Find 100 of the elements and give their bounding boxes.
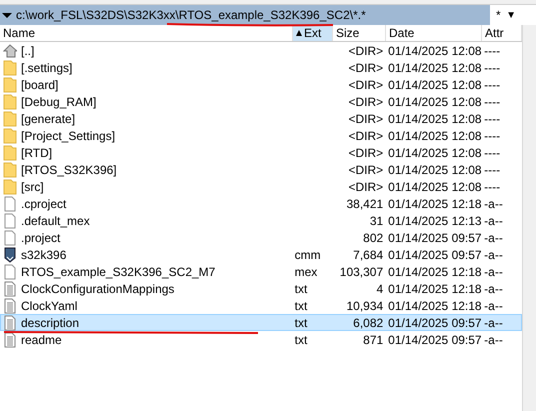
file-date: 01/14/2025 12:08 [388,94,482,108]
file-name: .cproject [21,196,66,212]
text-file-icon [3,314,17,330]
file-date: 01/14/2025 12:18 [388,298,482,312]
file-extension: cmm [294,248,321,262]
file-size: 871 [363,332,384,346]
file-attributes: ---- [484,60,500,74]
file-size: <DIR> [348,78,384,92]
file-attributes: ---- [484,146,500,160]
file-name: [generate] [21,110,76,128]
file-date: 01/14/2025 12:18 [388,196,482,210]
file-extension: txt [294,282,308,296]
file-attributes: -a-- [484,230,503,244]
file-attributes: -a-- [484,298,503,312]
file-name: readme [21,332,62,348]
file-name: [RTOS_S32K396] [21,162,117,178]
file-attributes: ---- [484,44,500,58]
file-name: [RTD] [21,144,52,162]
file-attributes: ---- [484,112,500,126]
file-name: description [21,314,80,332]
file-date: 01/14/2025 12:18 [388,282,482,296]
sort-arrow-icon [296,30,302,36]
file-name: ClockConfigurationMappings [21,280,174,298]
file-attributes: -a-- [484,248,503,262]
file-date: 01/14/2025 09:57 [388,230,482,244]
file-size: 38,421 [346,196,384,210]
script-file-icon [3,246,17,262]
file-date: 01/14/2025 12:08 [388,146,482,160]
file-attributes: -a-- [484,264,503,278]
file-date: 01/14/2025 09:57 [388,248,482,262]
file-icon [3,264,17,280]
file-icon [3,230,17,246]
file-attributes: ---- [484,78,500,92]
file-name: .project [21,230,60,246]
file-size: 10,934 [346,298,384,312]
file-size: 4 [376,282,384,296]
file-row[interactable]: description txt 6,082 01/14/2025 09:57 -a-- [0,314,522,331]
file-name: .default_mex [21,212,90,230]
file-size: <DIR> [348,94,384,108]
file-icon [3,212,17,228]
text-file-icon [3,280,17,296]
text-file-icon [3,298,17,314]
path-bar[interactable]: c:\work_FSL\S32DS\S32K3xx\RTOS_example_S32K396_SC2\*.* [0,5,490,25]
folder-icon [3,60,17,76]
file-attributes: -a-- [484,214,503,228]
file-date: 01/14/2025 12:08 [388,128,482,142]
folder-icon [3,128,17,144]
file-size: 6,082 [353,316,384,330]
folder-icon [3,144,17,160]
path-text: c:\work_FSL\S32DS\S32K3xx\RTOS_example_S32K396_SC2\*.* [16,8,366,22]
folder-icon [3,178,17,194]
file-icon [3,196,17,212]
file-attributes: ---- [484,94,500,108]
up-arrow-icon [3,42,17,58]
file-attributes: -a-- [484,316,503,330]
file-date: 01/14/2025 12:08 [388,162,482,176]
file-date: 01/14/2025 12:08 [388,180,482,194]
file-name: [src] [21,178,44,196]
file-attributes: -a-- [484,196,503,210]
file-name: [board] [21,76,58,94]
file-date: 01/14/2025 12:13 [388,214,482,228]
folder-icon [3,110,17,126]
file-size: <DIR> [348,112,384,126]
file-date: 01/14/2025 12:08 [388,78,482,92]
file-size: 7,684 [353,248,384,262]
file-size: <DIR> [348,146,384,160]
file-attributes: -a-- [484,282,503,296]
file-attributes: ---- [484,128,500,142]
file-name: [.settings] [21,60,72,76]
column-header[interactable]: Ext [293,25,333,41]
file-date: 01/14/2025 09:57 [388,332,482,346]
file-size: <DIR> [348,60,384,74]
file-size: 802 [363,230,384,244]
file-name: [..] [21,42,34,60]
file-extension: mex [294,264,318,278]
file-extension: txt [294,316,308,330]
file-date: 01/14/2025 12:08 [388,112,482,126]
file-name: [Debug_RAM] [21,94,96,110]
file-attributes: -a-- [484,332,503,346]
caret-icon [2,12,12,18]
file-size: <DIR> [348,162,384,176]
file-name: [Project_Settings] [21,128,116,144]
file-extension: txt [294,332,308,346]
file-name: RTOS_example_S32K396_SC2_M7 [21,264,216,280]
file-name: s32k396 [21,246,66,264]
file-attributes: ---- [484,180,500,194]
file-name: ClockYaml [21,298,78,314]
file-size: <DIR> [348,128,384,142]
file-attributes: ---- [484,162,500,176]
folder-icon [3,162,17,178]
file-date: 01/14/2025 12:08 [388,60,482,74]
folder-icon [3,94,17,110]
file-size: <DIR> [348,180,384,194]
file-date: 01/14/2025 12:08 [388,44,482,58]
column-header[interactable]: Attr [482,25,522,41]
file-date: 01/14/2025 12:18 [388,264,482,278]
file-size: 31 [370,214,384,228]
file-size: 103,307 [340,264,384,278]
folder-icon [3,76,17,92]
file-size: <DIR> [348,44,384,58]
